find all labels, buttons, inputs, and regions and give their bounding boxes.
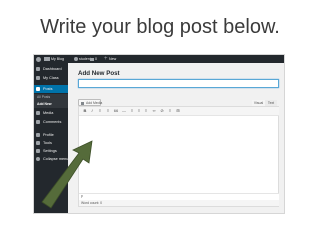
arrow-annotation [41,140,93,209]
slide-title: Write your blog post below. [40,16,280,38]
arrow-shape [41,140,93,209]
wordpress-screenshot: My Blog student 0 + New Dashboard My Cla… [34,55,284,213]
